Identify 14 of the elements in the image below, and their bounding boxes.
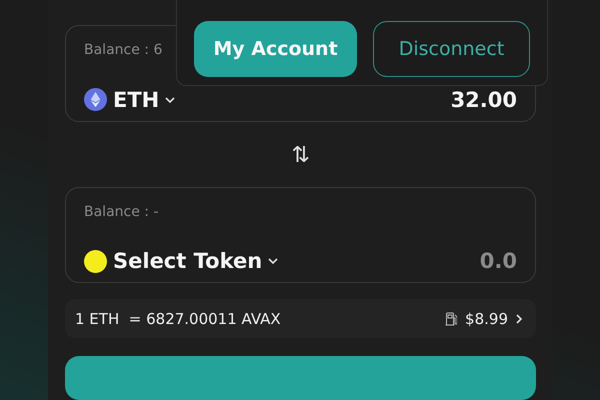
gas-fee: $8.99 bbox=[465, 310, 508, 328]
swap-direction-button[interactable]: ⇅ bbox=[292, 142, 310, 167]
token-selector[interactable]: Select Token bbox=[84, 249, 278, 274]
balance-label: Balance : 6 bbox=[84, 42, 162, 58]
token-selector[interactable]: ETH bbox=[84, 88, 176, 112]
exchange-rate: 1 ETH = 6827.00011 AVAX bbox=[75, 310, 281, 328]
amount-value[interactable]: 0.0 bbox=[480, 249, 517, 274]
chevron-down-icon bbox=[268, 258, 278, 264]
balance-label: Balance : - bbox=[84, 204, 159, 220]
chevron-down-icon bbox=[165, 96, 176, 103]
chevron-right-icon[interactable] bbox=[516, 314, 522, 324]
amount-value[interactable]: 32.00 bbox=[450, 88, 517, 112]
disconnect-button[interactable]: Disconnect bbox=[373, 21, 530, 77]
fuel-pump-icon bbox=[445, 312, 458, 326]
